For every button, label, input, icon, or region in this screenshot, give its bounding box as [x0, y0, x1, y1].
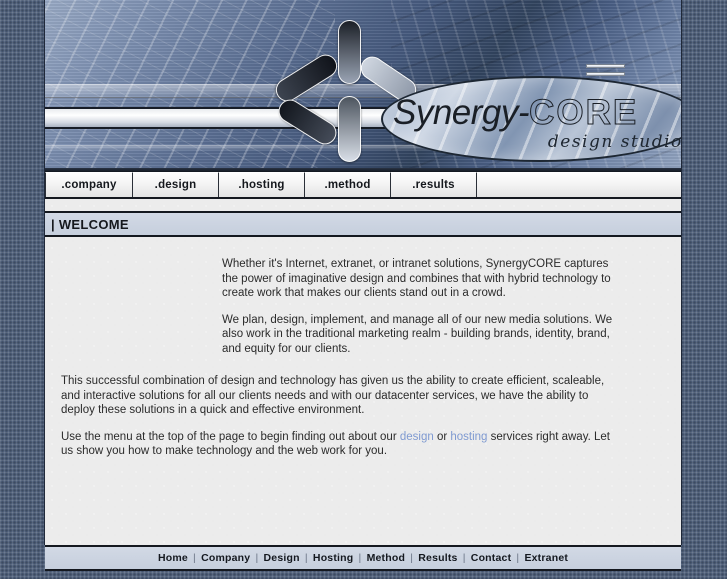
- footer-bar: Home | Company | Design | Hosting | Meth…: [45, 545, 681, 571]
- logo-name-core: CORE: [529, 93, 639, 132]
- nav-tab-design[interactable]: .design: [133, 172, 219, 197]
- nav-tab-hosting[interactable]: .hosting: [219, 172, 305, 197]
- starburst-petal-top: [338, 20, 361, 84]
- footer-separator: |: [189, 552, 200, 564]
- footer-separator: |: [513, 552, 523, 564]
- page-title-text: WELCOME: [58, 216, 129, 232]
- footer-separator: |: [252, 552, 262, 564]
- footer-link-home[interactable]: Home: [158, 552, 188, 564]
- logo-name-synergy: Synergy-: [393, 93, 530, 132]
- nav-empty-area: [477, 172, 681, 197]
- paragraph-intro-1: Whether it's Internet, extranet, or intr…: [222, 258, 611, 299]
- footer-link-hosting[interactable]: Hosting: [313, 552, 353, 564]
- link-design[interactable]: design: [400, 431, 434, 443]
- closing-text-before: Use the menu at the top of the page to b…: [61, 430, 400, 443]
- body-copy-block: This successful combination of design an…: [45, 368, 681, 459]
- intro-copy-block: Whether it's Internet, extranet, or intr…: [45, 237, 681, 356]
- nav-tab-company[interactable]: .company: [45, 172, 133, 197]
- page-title-prefix: |: [51, 216, 55, 232]
- footer-link-company[interactable]: Company: [201, 552, 250, 564]
- paragraph-intro-2: We plan, design, implement, and manage a…: [222, 313, 613, 355]
- paragraph-closing: Use the menu at the top of the page to b…: [61, 430, 625, 459]
- footer-link-results[interactable]: Results: [418, 552, 457, 564]
- link-hosting[interactable]: hosting: [450, 431, 487, 443]
- site-logo[interactable]: Synergy-CORE design studios: [381, 76, 681, 162]
- primary-navigation: .company .design .hosting .method .resul…: [45, 172, 681, 199]
- footer-link-extranet[interactable]: Extranet: [524, 552, 568, 564]
- section-header-bar: | WELCOME: [45, 211, 681, 237]
- footer-navigation: Home | Company | Design | Hosting | Meth…: [158, 552, 568, 564]
- nav-tab-method[interactable]: .method: [305, 172, 391, 197]
- footer-separator: |: [459, 552, 469, 564]
- paragraph-body: This successful combination of design an…: [61, 375, 605, 416]
- footer-separator: |: [301, 552, 311, 564]
- page-wrapper: Synergy-CORE design studios .company .de…: [44, 0, 682, 571]
- footer-link-design[interactable]: Design: [264, 552, 300, 564]
- logo-wordmark: Synergy-CORE: [393, 93, 681, 132]
- footer-spacer: [45, 571, 681, 579]
- footer-separator: |: [355, 552, 365, 564]
- starburst-petal-bottom: [338, 96, 361, 162]
- logo-tagline: design studios: [547, 132, 681, 152]
- footer-link-contact[interactable]: Contact: [471, 552, 511, 564]
- nav-tab-results[interactable]: .results: [391, 172, 477, 197]
- footer-separator: |: [407, 552, 417, 564]
- page-title: | WELCOME: [51, 217, 129, 232]
- main-content: | WELCOME Whether it's Internet, extrane…: [45, 199, 681, 545]
- closing-text-between: or: [433, 430, 451, 443]
- banner-bottom-rule: [45, 168, 681, 172]
- footer-link-method[interactable]: Method: [367, 552, 406, 564]
- site-banner: Synergy-CORE design studios: [45, 0, 681, 172]
